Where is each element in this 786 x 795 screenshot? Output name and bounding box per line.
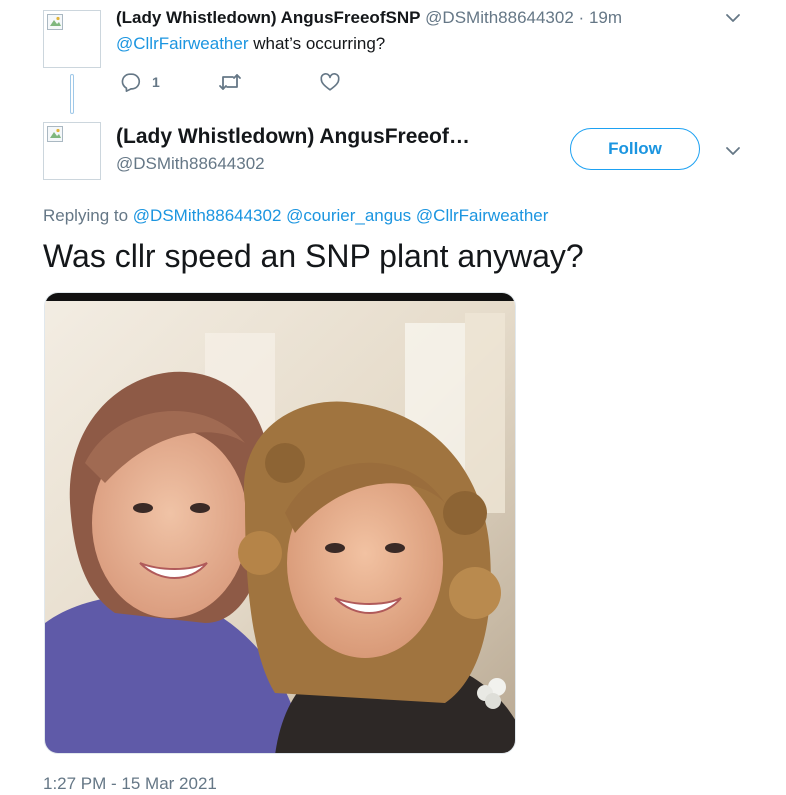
retweet-button[interactable]: [218, 71, 242, 93]
avatar[interactable]: [43, 122, 101, 180]
mention-link[interactable]: @CllrFairweather: [416, 206, 549, 225]
tweet-body: Was cllr speed an SNP plant anyway?: [43, 238, 584, 274]
tweet-body: what’s occurring?: [253, 34, 386, 53]
tweet-text: @CllrFairweather what’s occurring?: [116, 34, 385, 54]
tweet-timestamp[interactable]: 1:27 PM - 15 Mar 2021: [43, 774, 217, 794]
photo-illustration: [45, 293, 515, 753]
replying-to-label: Replying to: [43, 206, 129, 225]
thread-connector: [70, 74, 74, 114]
timestamp[interactable]: 19m: [589, 8, 622, 27]
separator: ·: [578, 8, 585, 27]
chevron-down-icon[interactable]: [724, 142, 742, 160]
handle[interactable]: @DSMith88644302: [425, 8, 574, 27]
reply-icon: [121, 73, 141, 92]
mention-link[interactable]: @courier_angus: [286, 206, 411, 225]
handle[interactable]: @DSMith88644302: [116, 154, 265, 174]
retweet-icon: [219, 74, 241, 90]
broken-image-icon: [47, 14, 63, 30]
broken-image-icon: [47, 126, 63, 142]
avatar[interactable]: [43, 10, 101, 68]
display-name[interactable]: (Lady Whistledown) AngusFreeofSNP: [116, 8, 420, 27]
chevron-down-icon[interactable]: [724, 9, 742, 27]
tweet-header: (Lady Whistledown) AngusFreeofSNP @DSMit…: [116, 8, 622, 28]
display-name[interactable]: (Lady Whistledown) AngusFreeof…: [116, 125, 470, 149]
mention-link[interactable]: @DSMith88644302: [133, 206, 282, 225]
reply-count: 1: [152, 74, 160, 90]
follow-button[interactable]: Follow: [570, 128, 700, 170]
like-button[interactable]: [319, 71, 341, 93]
reply-button[interactable]: 1: [120, 71, 160, 93]
mention-link[interactable]: @CllrFairweather: [116, 34, 249, 53]
replying-to: Replying to @DSMith88644302 @courier_ang…: [43, 206, 548, 226]
tweet-photo[interactable]: [44, 292, 516, 754]
like-icon: [320, 73, 340, 91]
